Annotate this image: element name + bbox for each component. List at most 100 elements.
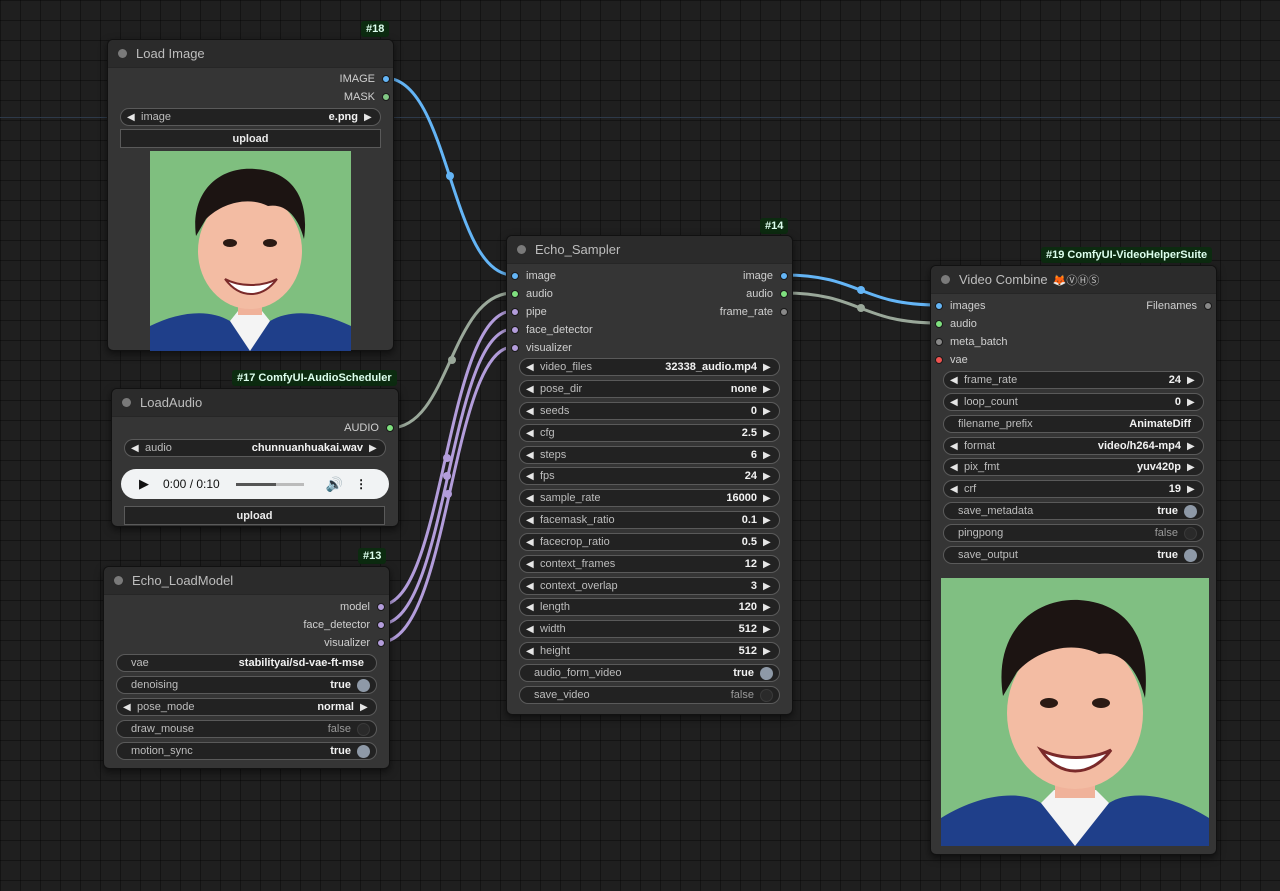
- arrow-left-icon[interactable]: ◀: [526, 559, 536, 570]
- arrow-left-icon[interactable]: ◀: [127, 112, 137, 123]
- output-slot-visualizer[interactable]: visualizer: [324, 636, 385, 650]
- image-combo-widget[interactable]: ◀ image e.png ▶: [120, 108, 381, 126]
- arrow-right-icon[interactable]: ▶: [763, 581, 773, 592]
- arrow-left-icon[interactable]: ◀: [123, 702, 133, 713]
- arrow-right-icon[interactable]: ▶: [369, 443, 379, 454]
- slot-dot-icon[interactable]: [377, 603, 385, 611]
- arrow-left-icon[interactable]: ◀: [526, 602, 536, 613]
- vae-widget[interactable]: vae stabilityai/sd-vae-ft-mse: [116, 654, 377, 672]
- output-slot-face-detector[interactable]: face_detector: [303, 618, 385, 632]
- arrow-left-icon[interactable]: ◀: [526, 362, 536, 373]
- arrow-right-icon[interactable]: ▶: [763, 471, 773, 482]
- arrow-right-icon[interactable]: ▶: [1187, 484, 1197, 495]
- collapse-dot-icon[interactable]: [122, 398, 131, 407]
- arrow-right-icon[interactable]: ▶: [763, 428, 773, 439]
- context-frames-widget[interactable]: ◀ context_frames 12 ▶: [519, 555, 780, 573]
- echo-sampler-node[interactable]: Echo_Sampler image audio pipe face_detec…: [506, 235, 793, 715]
- toggle-on-icon[interactable]: [357, 678, 370, 692]
- facecrop-ratio-widget[interactable]: ◀ facecrop_ratio 0.5 ▶: [519, 533, 780, 551]
- input-slot-pipe[interactable]: pipe: [511, 305, 547, 319]
- input-slot-images[interactable]: images: [935, 299, 985, 313]
- arrow-left-icon[interactable]: ◀: [950, 441, 960, 452]
- output-slot-frame-rate[interactable]: frame_rate: [720, 305, 788, 319]
- slot-dot-icon[interactable]: [511, 326, 519, 334]
- arrow-right-icon[interactable]: ▶: [763, 450, 773, 461]
- slot-dot-icon[interactable]: [935, 356, 943, 364]
- save-metadata-toggle[interactable]: save_metadata true: [943, 502, 1204, 520]
- arrow-left-icon[interactable]: ◀: [526, 624, 536, 635]
- upload-button[interactable]: upload: [120, 129, 381, 148]
- output-slot-audio[interactable]: audio: [746, 287, 788, 301]
- arrow-right-icon[interactable]: ▶: [763, 384, 773, 395]
- fps-widget[interactable]: ◀ fps 24 ▶: [519, 467, 780, 485]
- output-slot-filenames[interactable]: Filenames: [1146, 299, 1212, 313]
- slot-dot-icon[interactable]: [382, 75, 390, 83]
- toggle-on-icon[interactable]: [1184, 504, 1197, 518]
- arrow-right-icon[interactable]: ▶: [360, 702, 370, 713]
- arrow-left-icon[interactable]: ◀: [950, 484, 960, 495]
- node-title-bar[interactable]: Echo_LoadModel: [104, 567, 389, 595]
- toggle-on-icon[interactable]: [1184, 548, 1197, 562]
- video-preview[interactable]: [941, 578, 1209, 846]
- collapse-dot-icon[interactable]: [517, 245, 526, 254]
- facemask-ratio-widget[interactable]: ◀ facemask_ratio 0.1 ▶: [519, 511, 780, 529]
- node-title-bar[interactable]: Load Image: [108, 40, 393, 68]
- slot-dot-icon[interactable]: [511, 272, 519, 280]
- slot-dot-icon[interactable]: [377, 621, 385, 629]
- node-title-bar[interactable]: Video Combine 🦊ⓋⒽⓈ: [931, 266, 1216, 294]
- input-slot-audio[interactable]: audio: [511, 287, 553, 301]
- arrow-right-icon[interactable]: ▶: [1187, 375, 1197, 386]
- arrow-right-icon[interactable]: ▶: [763, 646, 773, 657]
- play-icon[interactable]: ▶: [139, 476, 149, 492]
- sample-rate-widget[interactable]: ◀ sample_rate 16000 ▶: [519, 489, 780, 507]
- volume-icon[interactable]: 🔊: [326, 476, 343, 493]
- output-slot-image[interactable]: IMAGE: [340, 72, 390, 86]
- slot-dot-icon[interactable]: [382, 93, 390, 101]
- more-options-icon[interactable]: ⋮: [355, 477, 367, 491]
- slot-dot-icon[interactable]: [386, 424, 394, 432]
- arrow-right-icon[interactable]: ▶: [763, 406, 773, 417]
- arrow-left-icon[interactable]: ◀: [131, 443, 141, 454]
- audio-combo-widget[interactable]: ◀ audio chunnuanhuakai.wav ▶: [124, 439, 386, 457]
- slot-dot-icon[interactable]: [511, 344, 519, 352]
- output-slot-image[interactable]: image: [743, 269, 788, 283]
- arrow-right-icon[interactable]: ▶: [1187, 441, 1197, 452]
- arrow-right-icon[interactable]: ▶: [763, 559, 773, 570]
- output-slot-mask[interactable]: MASK: [344, 90, 390, 104]
- arrow-left-icon[interactable]: ◀: [526, 428, 536, 439]
- arrow-left-icon[interactable]: ◀: [526, 471, 536, 482]
- input-slot-vae[interactable]: vae: [935, 353, 968, 367]
- arrow-left-icon[interactable]: ◀: [950, 375, 960, 386]
- video-files-widget[interactable]: ◀ video_files 32338_audio.mp4 ▶: [519, 358, 780, 376]
- motion-sync-toggle[interactable]: motion_sync true: [116, 742, 377, 760]
- arrow-left-icon[interactable]: ◀: [526, 537, 536, 548]
- output-slot-model[interactable]: model: [340, 600, 385, 614]
- save-video-toggle[interactable]: save_video false: [519, 686, 780, 704]
- arrow-right-icon[interactable]: ▶: [364, 112, 374, 123]
- arrow-left-icon[interactable]: ◀: [526, 493, 536, 504]
- toggle-off-icon[interactable]: [760, 688, 773, 702]
- pix-fmt-widget[interactable]: ◀ pix_fmt yuv420p ▶: [943, 458, 1204, 476]
- audio-form-video-toggle[interactable]: audio_form_video true: [519, 664, 780, 682]
- input-slot-visualizer[interactable]: visualizer: [511, 341, 572, 355]
- arrow-left-icon[interactable]: ◀: [526, 581, 536, 592]
- node-title-bar[interactable]: Echo_Sampler: [507, 236, 792, 264]
- loop-count-widget[interactable]: ◀ loop_count 0 ▶: [943, 393, 1204, 411]
- arrow-right-icon[interactable]: ▶: [763, 624, 773, 635]
- node-title-bar[interactable]: LoadAudio: [112, 389, 398, 417]
- output-slot-audio[interactable]: AUDIO: [344, 421, 394, 435]
- audio-progress-bar[interactable]: [235, 482, 304, 486]
- slot-dot-icon[interactable]: [935, 302, 943, 310]
- arrow-left-icon[interactable]: ◀: [526, 515, 536, 526]
- load-image-node[interactable]: Load Image IMAGE MASK ◀ image e.png ▶ up…: [107, 39, 394, 351]
- context-overlap-widget[interactable]: ◀ context_overlap 3 ▶: [519, 577, 780, 595]
- arrow-right-icon[interactable]: ▶: [763, 537, 773, 548]
- arrow-right-icon[interactable]: ▶: [763, 515, 773, 526]
- input-slot-meta-batch[interactable]: meta_batch: [935, 335, 1007, 349]
- arrow-right-icon[interactable]: ▶: [763, 362, 773, 373]
- slot-dot-icon[interactable]: [511, 308, 519, 316]
- pose-mode-widget[interactable]: ◀ pose_mode normal ▶: [116, 698, 377, 716]
- arrow-left-icon[interactable]: ◀: [526, 384, 536, 395]
- video-combine-node[interactable]: Video Combine 🦊ⓋⒽⓈ images audio meta_bat…: [930, 265, 1217, 855]
- arrow-left-icon[interactable]: ◀: [950, 397, 960, 408]
